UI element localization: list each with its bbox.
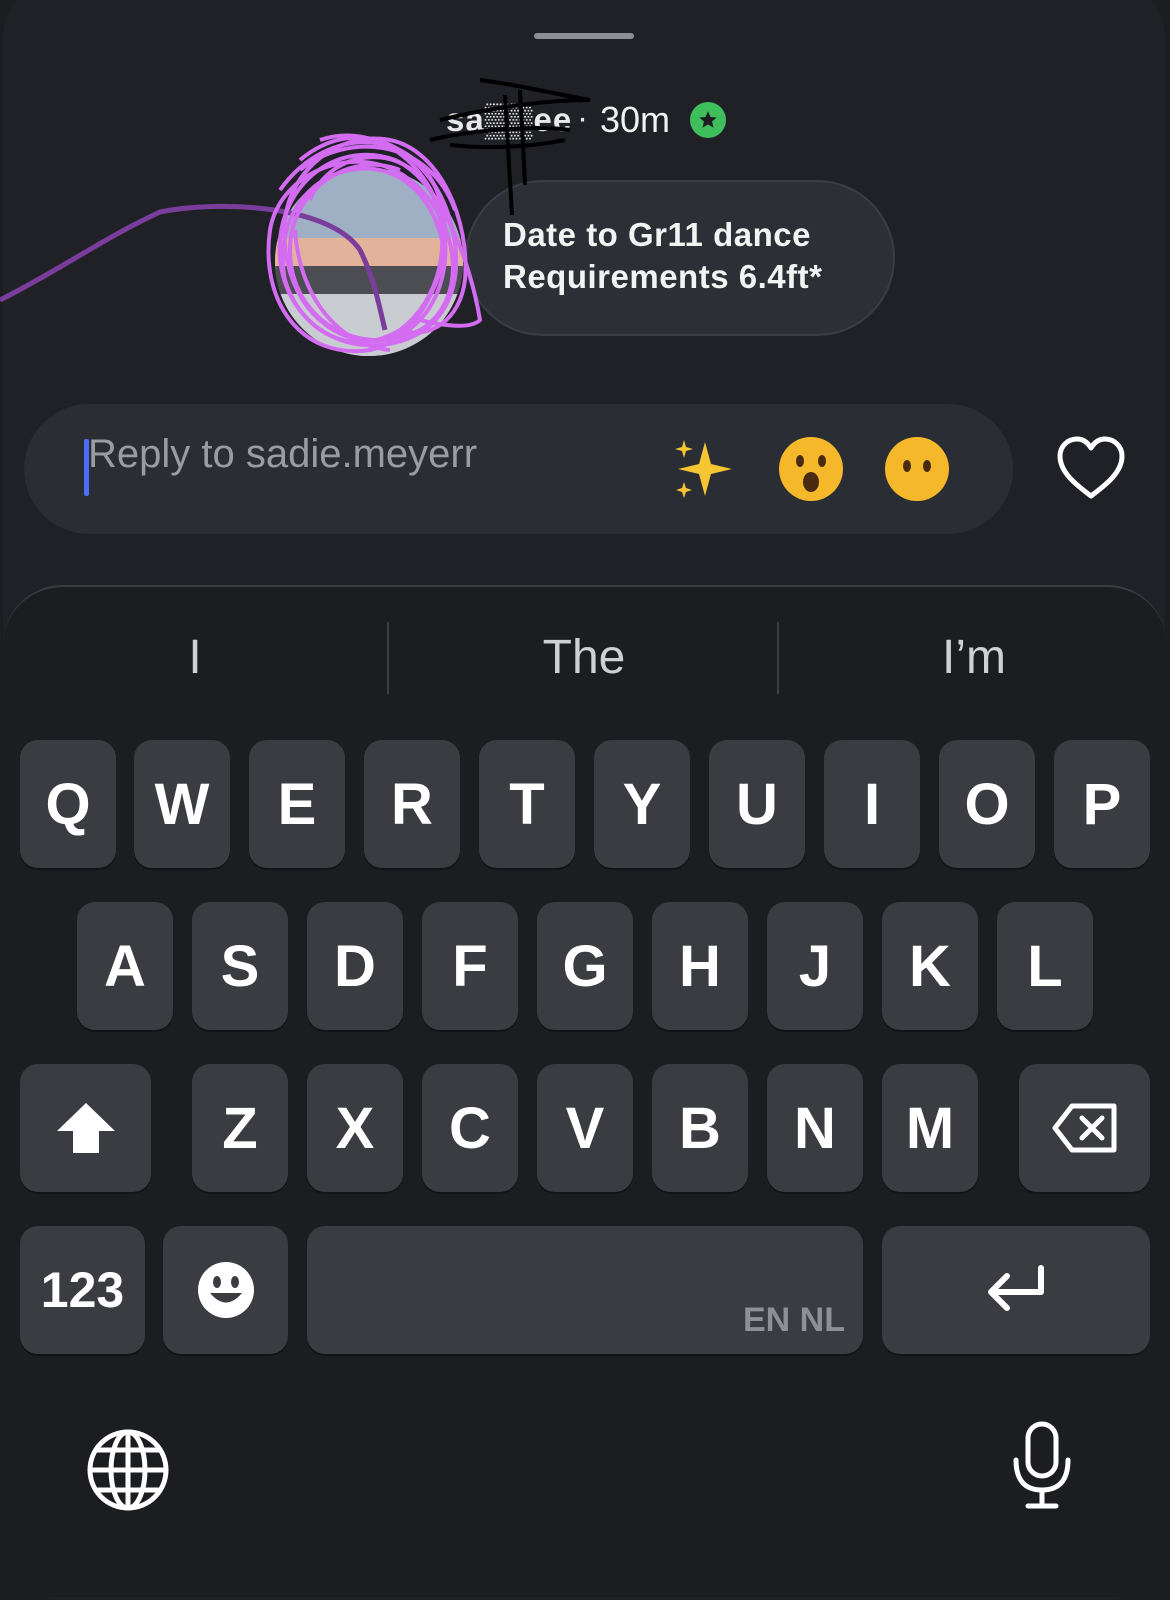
key-a[interactable]: A (77, 902, 173, 1030)
key-j[interactable]: J (767, 902, 863, 1030)
sheet-grabber[interactable] (534, 33, 634, 39)
story-time: 30m (600, 99, 671, 140)
key-f[interactable]: F (422, 902, 518, 1030)
story-header: sa▒▒ee · 30m (0, 95, 1170, 145)
key-h[interactable]: H (652, 902, 748, 1030)
key-z[interactable]: Z (192, 1064, 288, 1192)
key-i[interactable]: I (824, 740, 920, 868)
key-y[interactable]: Y (594, 740, 690, 868)
key-p[interactable]: P (1054, 740, 1150, 868)
space-language-label: EN NL (743, 1301, 845, 1339)
message-line-1: Date to Gr11 dance (503, 216, 811, 253)
shift-icon (56, 1103, 115, 1153)
numbers-key[interactable]: 123 (20, 1226, 145, 1354)
reply-input[interactable]: Reply to sadie.meyerr (88, 432, 477, 477)
suggestion-divider (387, 622, 389, 694)
return-icon (988, 1265, 1044, 1311)
key-x[interactable]: X (307, 1064, 403, 1192)
key-w[interactable]: W (134, 740, 230, 868)
username[interactable]: sa▒▒ee (446, 101, 572, 139)
story-message-bubble: Date to Gr11 dance Requirements 6.4ft* (465, 180, 895, 336)
message-line-2: Requirements 6.4ft* (503, 258, 823, 295)
key-t[interactable]: T (479, 740, 575, 868)
return-key[interactable] (882, 1226, 1150, 1354)
key-q[interactable]: Q (20, 740, 116, 868)
key-e[interactable]: E (249, 740, 345, 868)
suggestion-2[interactable]: The (394, 630, 774, 685)
shift-key[interactable] (20, 1064, 151, 1192)
reply-bar[interactable]: Reply to sadie.meyerr (24, 404, 1013, 534)
key-o[interactable]: O (939, 740, 1035, 868)
key-g[interactable]: G (537, 902, 633, 1030)
suggestion-3[interactable]: I’m (784, 630, 1164, 685)
no-mouth-face-reaction[interactable] (882, 434, 952, 520)
heart-icon[interactable] (1055, 434, 1127, 502)
suggestion-divider (777, 622, 779, 694)
key-r[interactable]: R (364, 740, 460, 868)
globe-icon[interactable] (86, 1428, 170, 1517)
key-l[interactable]: L (997, 902, 1093, 1030)
suggestion-1[interactable]: I (5, 630, 385, 685)
key-d[interactable]: D (307, 902, 403, 1030)
key-c[interactable]: C (422, 1064, 518, 1192)
key-k[interactable]: K (882, 902, 978, 1030)
key-v[interactable]: V (537, 1064, 633, 1192)
backspace-icon (1052, 1103, 1116, 1153)
backspace-key[interactable] (1019, 1064, 1150, 1192)
emoji-key[interactable] (163, 1226, 288, 1354)
space-key[interactable]: EN NL (307, 1226, 863, 1354)
key-u[interactable]: U (709, 740, 805, 868)
separator: · (577, 99, 588, 136)
sparkles-reaction[interactable] (670, 434, 740, 520)
close-friends-star-icon (690, 102, 726, 138)
key-b[interactable]: B (652, 1064, 748, 1192)
surprised-face-reaction[interactable] (776, 434, 846, 520)
story-reply-sheet: sa▒▒ee · 30m Date to Gr11 dance Requirem… (0, 0, 1170, 1600)
microphone-icon[interactable] (1010, 1420, 1074, 1515)
key-m[interactable]: M (882, 1064, 978, 1192)
emoji-icon (197, 1262, 254, 1318)
key-s[interactable]: S (192, 902, 288, 1030)
key-n[interactable]: N (767, 1064, 863, 1192)
avatar[interactable] (275, 168, 463, 356)
